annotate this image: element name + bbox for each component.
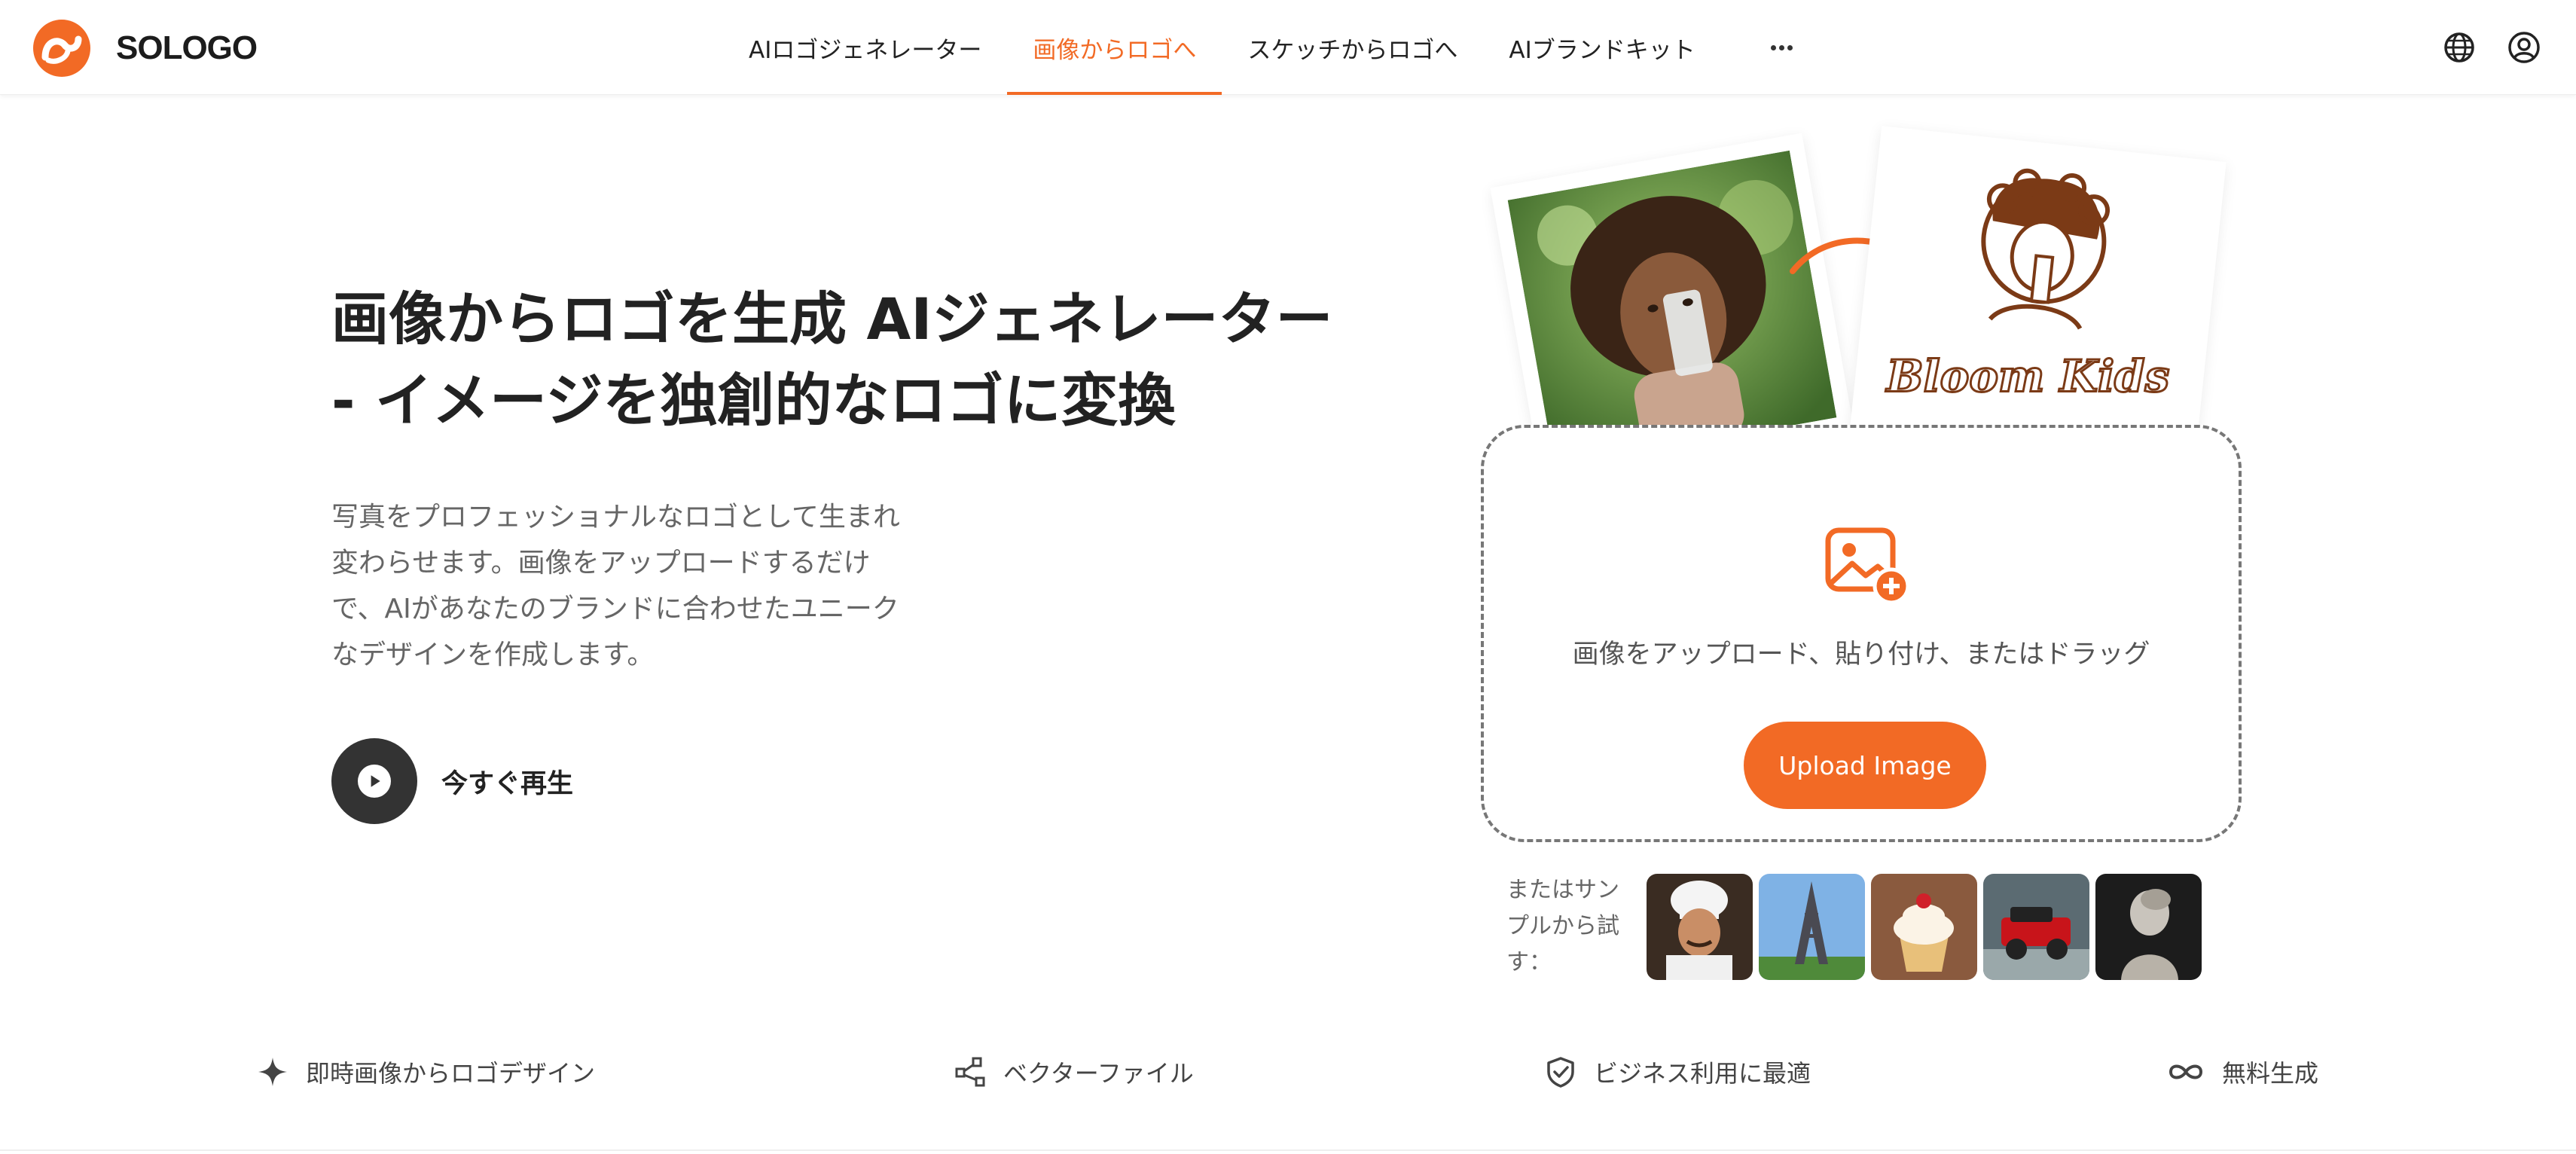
section-divider bbox=[0, 1149, 2576, 1151]
feature-bar: 即時画像からロゴデザイン ベクターファイル ビジネス利用に最適 無料生成 bbox=[0, 1055, 2576, 1100]
upload-dropzone[interactable]: 画像をアップロード、貼り付け、またはドラッグ Upload Image bbox=[1481, 425, 2242, 842]
brand-name: SOLOGO bbox=[116, 29, 258, 66]
page-title-line-1: 画像からロゴを生成 AIジェネレーター bbox=[331, 285, 1333, 353]
nav-ai-brand-kit[interactable]: AIブランドキット bbox=[1483, 0, 1720, 95]
feature-vector: ベクターファイル bbox=[954, 1055, 1194, 1089]
nav-image-to-logo[interactable]: 画像からロゴへ bbox=[1007, 0, 1222, 95]
feature-business: ビジネス利用に最適 bbox=[1544, 1055, 1811, 1089]
upload-instruction: 画像をアップロード、貼り付け、またはドラッグ bbox=[1572, 640, 2150, 670]
globe-icon[interactable] bbox=[2442, 30, 2477, 65]
shield-check-icon bbox=[1547, 1057, 1574, 1088]
page-title: 画像からロゴを生成 AIジェネレーター - イメージを独創的なロゴに変換 bbox=[331, 279, 1401, 441]
page-title-line-2: - イメージを独創的なロゴに変換 bbox=[331, 367, 1176, 434]
upload-image-button[interactable]: Upload Image bbox=[1744, 722, 1986, 809]
play-now-button[interactable]: 今すぐ再生 bbox=[331, 738, 573, 824]
example-photo bbox=[1507, 150, 1837, 468]
ellipsis-icon[interactable] bbox=[1744, 0, 1820, 95]
feature-label: 即時画像からロゴデザイン bbox=[306, 1059, 596, 1088]
vector-nodes-icon bbox=[955, 1057, 985, 1087]
samples-label: またはサンプルから試す： bbox=[1506, 877, 1619, 975]
sparkle-icon bbox=[258, 1058, 287, 1086]
feature-free: 無料生成 bbox=[2166, 1055, 2318, 1089]
feature-label: ビジネス利用に最適 bbox=[1594, 1059, 1811, 1088]
sample-images bbox=[1647, 874, 2202, 980]
nav-sketch-to-logo[interactable]: スケッチからロゴへ bbox=[1222, 0, 1483, 95]
feature-instant: 即時画像からロゴデザイン bbox=[256, 1055, 595, 1089]
main-nav: AIロゴジェネレーター 画像からロゴへ スケッチからロゴへ AIブランドキット bbox=[723, 0, 1820, 95]
top-navbar: SOLOGO AIロゴジェネレーター 画像からロゴへ スケッチからロゴへ AIブ… bbox=[0, 0, 2576, 95]
sample-statue[interactable] bbox=[2095, 874, 2202, 980]
nav-ai-logo-generator[interactable]: AIロゴジェネレーター bbox=[723, 0, 1007, 95]
feature-label: 無料生成 bbox=[2222, 1059, 2319, 1088]
sample-eiffel-tower[interactable] bbox=[1759, 874, 1865, 980]
sample-jeep[interactable] bbox=[1983, 874, 2089, 980]
play-icon bbox=[331, 738, 417, 824]
brand-logo[interactable]: SOLOGO bbox=[23, 18, 258, 78]
sologo-logo-icon bbox=[33, 20, 90, 77]
image-add-icon bbox=[1825, 527, 1910, 605]
user-icon[interactable] bbox=[2507, 30, 2541, 65]
feature-label: ベクターファイル bbox=[1003, 1059, 1194, 1088]
sample-cupcake[interactable] bbox=[1871, 874, 1977, 980]
infinity-icon bbox=[2169, 1064, 2203, 1079]
hero-description: 写真をプロフェッショナルなロゴとして生まれ変わらせます。画像をアップロードするだ… bbox=[331, 502, 900, 670]
play-now-label: 今すぐ再生 bbox=[441, 768, 574, 799]
sample-chef[interactable] bbox=[1647, 874, 1753, 980]
example-logo-text: Bloom Kids bbox=[1885, 350, 2170, 401]
